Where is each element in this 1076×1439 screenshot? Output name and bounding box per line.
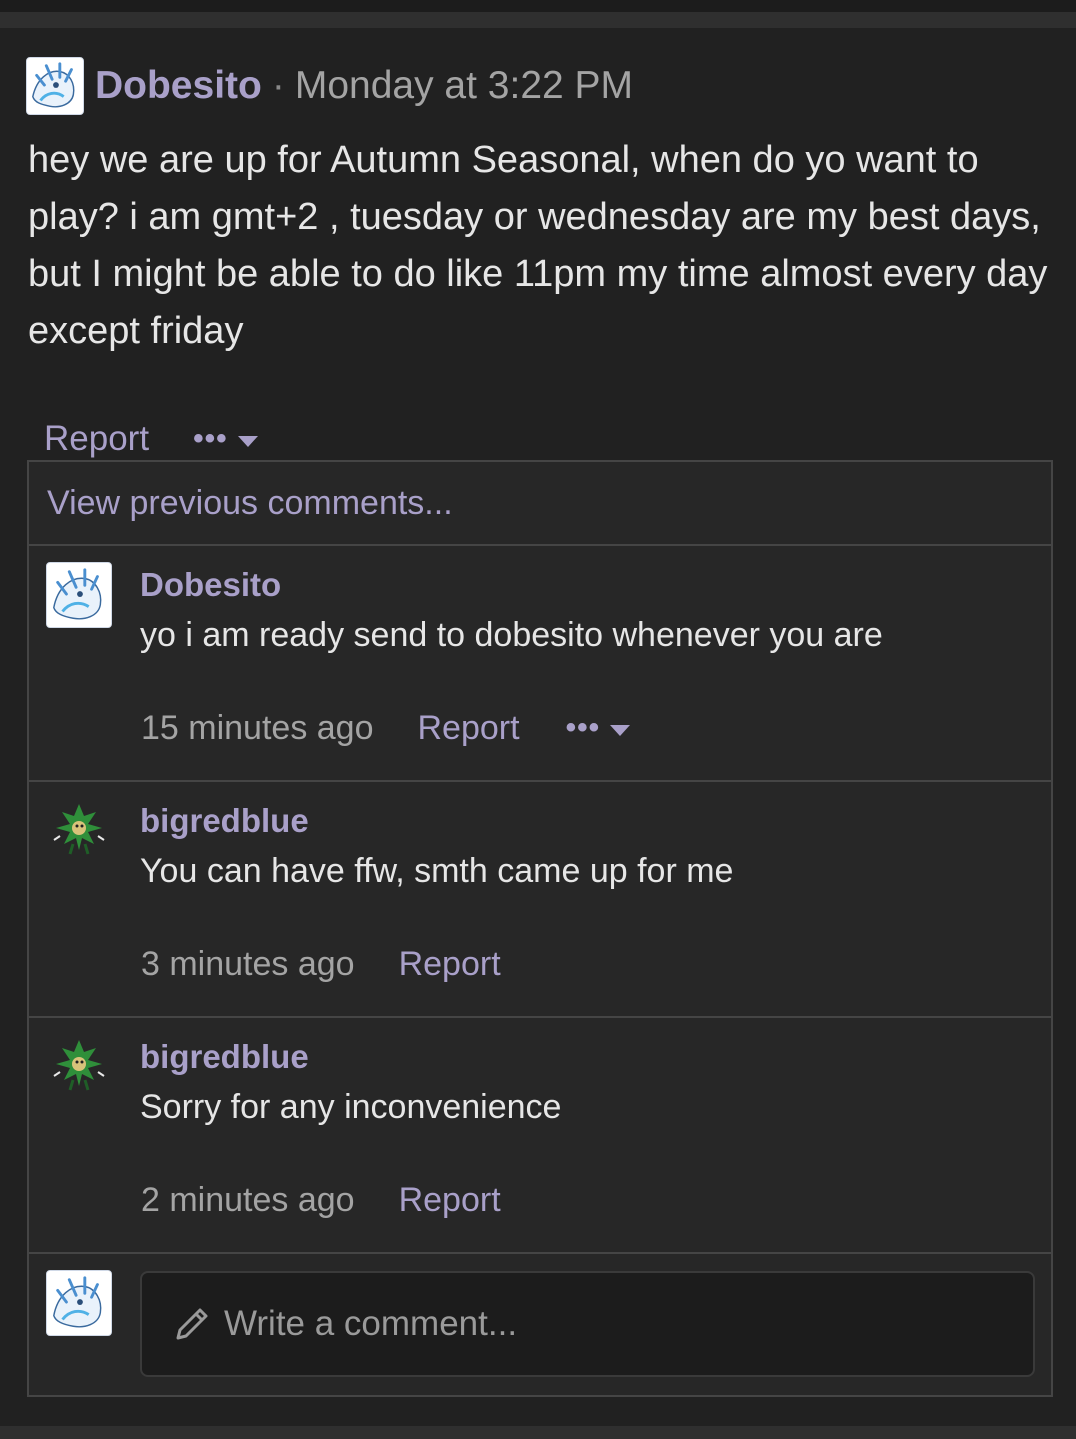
view-previous-label[interactable]: View previous comments... bbox=[47, 484, 453, 523]
comment-item: bigredblue You can have ffw, smth came u… bbox=[29, 782, 1051, 1018]
current-user-avatar bbox=[46, 1270, 112, 1336]
pencil-icon bbox=[176, 1308, 208, 1340]
comment-avatar[interactable] bbox=[46, 798, 112, 864]
comment-author-link[interactable]: bigredblue bbox=[140, 802, 309, 840]
comment-report-link[interactable]: Report bbox=[399, 945, 501, 984]
comment-text: yo i am ready send to dobesito whenever … bbox=[140, 616, 883, 654]
caret-down-icon bbox=[237, 435, 258, 447]
white-fox-avatar-icon bbox=[47, 1271, 111, 1335]
write-comment-row: Write a comment... bbox=[29, 1254, 1051, 1397]
comment-report-link[interactable]: Report bbox=[418, 709, 520, 748]
comment-avatar[interactable] bbox=[46, 1034, 112, 1100]
post-body: hey we are up for Autumn Seasonal, when … bbox=[28, 139, 1048, 352]
comment-author-link[interactable]: bigredblue bbox=[140, 1038, 309, 1076]
green-sprite-avatar-icon bbox=[53, 1040, 105, 1091]
comment-meta: 15 minutes ago Report ••• bbox=[141, 706, 631, 750]
write-comment-input[interactable]: Write a comment... bbox=[140, 1271, 1035, 1377]
more-dots-icon: ••• bbox=[193, 422, 228, 455]
comment-avatar[interactable] bbox=[46, 562, 112, 628]
comment-time[interactable]: 15 minutes ago bbox=[141, 709, 374, 748]
bottom-bar bbox=[0, 1426, 1076, 1439]
comment-text: You can have ffw, smth came up for me bbox=[140, 852, 734, 890]
comment-meta: 2 minutes ago Report bbox=[141, 1178, 501, 1222]
post-timestamp[interactable]: Monday at 3:22 PM bbox=[295, 64, 633, 108]
white-fox-avatar-icon bbox=[47, 563, 111, 627]
post-more-menu[interactable]: ••• bbox=[193, 424, 258, 454]
comment-more-menu[interactable]: ••• bbox=[566, 713, 631, 743]
caret-down-icon bbox=[610, 724, 631, 736]
comment-text: Sorry for any inconvenience bbox=[140, 1088, 562, 1126]
view-previous-comments[interactable]: View previous comments... bbox=[29, 462, 1051, 546]
comment-item: Dobesito yo i am ready send to dobesito … bbox=[29, 546, 1051, 782]
post-actions: Report ••• bbox=[44, 413, 258, 465]
comment-time[interactable]: 3 minutes ago bbox=[141, 945, 355, 984]
comment-item: bigredblue Sorry for any inconvenience 2… bbox=[29, 1018, 1051, 1254]
comment-time[interactable]: 2 minutes ago bbox=[141, 1181, 355, 1220]
profile-post: Dobesito · Monday at 3:22 PM hey we are … bbox=[0, 28, 1076, 1426]
top-bar bbox=[0, 0, 1076, 12]
write-comment-placeholder: Write a comment... bbox=[224, 1304, 518, 1343]
comments-section: View previous comments... Dobesito yo i … bbox=[27, 460, 1053, 1397]
post-header: Dobesito · Monday at 3:22 PM bbox=[26, 57, 633, 115]
header-separator: · bbox=[271, 64, 285, 107]
post-report-link[interactable]: Report bbox=[44, 419, 149, 459]
green-sprite-avatar-icon bbox=[53, 804, 105, 855]
comment-meta: 3 minutes ago Report bbox=[141, 942, 501, 986]
comment-author-link[interactable]: Dobesito bbox=[140, 566, 281, 604]
post-author-link[interactable]: Dobesito bbox=[95, 64, 262, 108]
author-avatar[interactable] bbox=[26, 57, 84, 115]
white-fox-avatar-icon bbox=[27, 58, 83, 114]
more-dots-icon: ••• bbox=[565, 711, 601, 744]
comment-report-link[interactable]: Report bbox=[399, 1181, 501, 1220]
